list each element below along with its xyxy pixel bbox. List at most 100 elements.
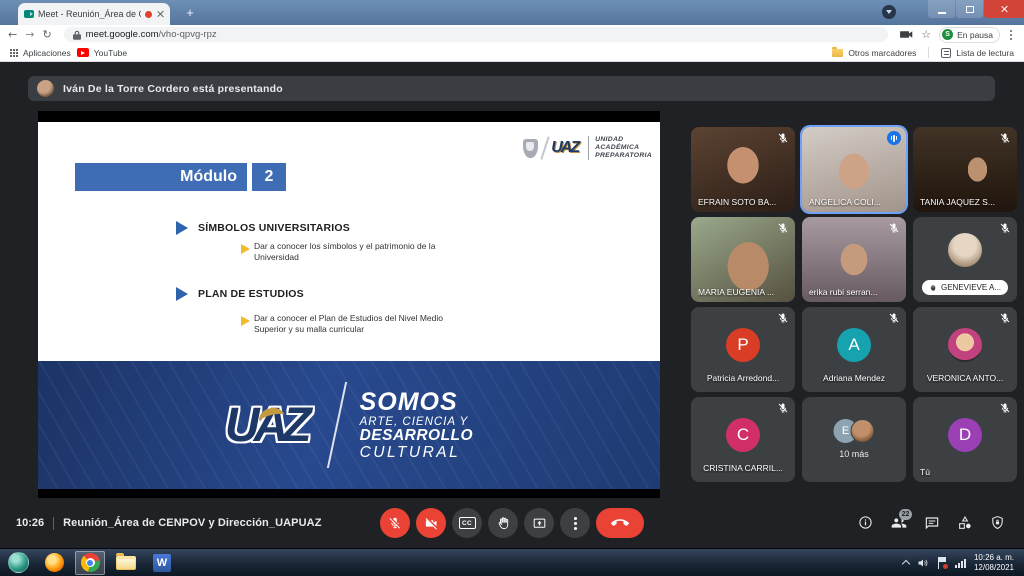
profile-status: En pausa <box>957 30 993 40</box>
activities-button[interactable] <box>957 515 973 531</box>
participants-button[interactable]: 22 <box>891 515 907 531</box>
tab-search-button[interactable] <box>882 5 896 19</box>
meet-bottom-bar: 10:26 Reunión_Área de CENPOV y Dirección… <box>0 498 1024 548</box>
tray-date: 12/08/2021 <box>974 563 1014 573</box>
window-minimize-button[interactable] <box>928 0 955 18</box>
chevron-down-icon <box>886 10 892 14</box>
bookmarks-bar: Aplicaciones YouTube Otros marcadores Li… <box>0 44 1024 62</box>
slide: UAZ UNIDAD ACADÉMICA PREPARATORIA Módulo… <box>38 122 660 489</box>
participant-avatar <box>948 328 982 362</box>
captions-button[interactable]: CC <box>452 508 482 538</box>
new-tab-button[interactable]: + <box>180 5 200 21</box>
refresh-button[interactable]: ↻ <box>42 29 51 40</box>
stacked-avatars: E <box>834 419 875 443</box>
tray-clock[interactable]: 10:26 a. m. 12/08/2021 <box>974 553 1014 573</box>
chat-button[interactable] <box>924 515 940 531</box>
action-center-flag-icon[interactable] <box>937 557 947 569</box>
forward-button[interactable]: → <box>25 29 34 40</box>
meeting-title: Reunión_Área de CENPOV y Dirección_UAPUA… <box>63 517 321 529</box>
tray-expand-icon[interactable] <box>902 560 910 568</box>
apps-grid-icon <box>10 49 12 51</box>
host-controls-button[interactable] <box>990 515 1006 531</box>
meeting-details-button[interactable] <box>858 515 874 531</box>
taskbar-word-button[interactable]: W <box>147 551 177 575</box>
mic-off-icon <box>888 222 900 234</box>
org-name-block: UNIDAD ACADÉMICA PREPARATORIA <box>595 136 652 160</box>
call-controls: CC <box>380 508 644 538</box>
presenting-banner-text: Iván De la Torre Cordero está presentand… <box>63 83 283 95</box>
profile-chip[interactable]: S En pausa <box>939 27 1000 43</box>
reading-list-icon <box>941 48 951 58</box>
other-bookmarks[interactable]: Otros marcadores <box>832 48 916 58</box>
meeting-clock: 10:26 <box>16 517 44 529</box>
minimize-icon <box>938 12 946 14</box>
raised-hand-icon <box>929 284 937 292</box>
lock-icon <box>73 30 81 40</box>
participant-grid: EFRAIN SOTO BA... ANGELICA COLI... TANIA… <box>691 127 1017 482</box>
tab-recording-dot-icon <box>145 11 152 18</box>
start-button[interactable] <box>8 552 29 573</box>
volume-icon[interactable] <box>917 557 929 569</box>
leave-call-button[interactable] <box>596 508 644 538</box>
footer-divider <box>326 382 346 468</box>
taskbar-explorer-button[interactable] <box>111 551 141 575</box>
participant-tile[interactable]: erika rubi serran... <box>802 217 906 302</box>
participant-tile[interactable]: A Adriana Mendez <box>802 307 906 392</box>
reading-list[interactable]: Lista de lectura <box>941 48 1014 58</box>
more-options-button[interactable] <box>560 508 590 538</box>
info-icon <box>858 515 873 530</box>
profile-avatar: S <box>942 29 953 40</box>
network-signal-icon[interactable] <box>955 558 966 568</box>
participant-tile[interactable]: C CRISTINA CARRIL... <box>691 397 795 482</box>
participant-name: Adriana Mendez <box>802 373 906 383</box>
raise-hand-button[interactable] <box>488 508 518 538</box>
tab-close-icon[interactable] <box>156 10 164 18</box>
browser-tab[interactable]: Meet - Reunión_Área de CE <box>18 3 170 25</box>
taskbar-chrome-button[interactable] <box>75 551 105 575</box>
participant-tile-speaking[interactable]: ANGELICA COLI... <box>802 127 906 212</box>
youtube-icon <box>77 48 89 57</box>
bookmark-apps[interactable]: Aplicaciones <box>10 48 71 58</box>
bookmark-youtube[interactable]: YouTube <box>77 48 127 58</box>
org-line1: UNIDAD <box>595 136 652 144</box>
browser-toolbar: ← → ↻ meet.google.com/vho-qpvg-rpz ☆ S E… <box>0 25 1024 44</box>
university-crest-icon <box>523 139 538 158</box>
participant-tile[interactable]: GENEVIEVE A... <box>913 217 1017 302</box>
sub-bullet-arrow-icon <box>241 316 250 326</box>
participant-tile[interactable]: MARIA EUGENIA ... <box>691 217 795 302</box>
mic-off-icon <box>777 312 789 324</box>
slogan-line4: CULTURAL <box>360 445 474 462</box>
browser-menu-button[interactable] <box>1010 30 1012 32</box>
overflow-participants-tile[interactable]: E 10 más <box>802 397 906 482</box>
present-screen-icon <box>532 516 547 531</box>
present-button[interactable] <box>524 508 554 538</box>
word-icon: W <box>153 554 171 572</box>
tab-camera-indicator-icon[interactable] <box>900 30 913 39</box>
bookmark-apps-label: Aplicaciones <box>23 48 71 58</box>
participant-name: erika rubi serran... <box>809 287 878 297</box>
chat-icon <box>924 515 940 531</box>
bookmark-star-icon[interactable]: ☆ <box>921 28 931 41</box>
module-title-bar: Módulo <box>75 163 247 191</box>
participant-avatar <box>948 233 982 267</box>
mic-toggle-button[interactable] <box>380 508 410 538</box>
mic-off-icon <box>999 132 1011 144</box>
self-tile[interactable]: D Tú <box>913 397 1017 482</box>
participant-tile[interactable]: P Patricia Arredond... <box>691 307 795 392</box>
meet-favicon-icon <box>24 10 34 18</box>
camera-toggle-button[interactable] <box>416 508 446 538</box>
participant-tile[interactable]: EFRAIN SOTO BA... <box>691 127 795 212</box>
participant-tile[interactable]: VERONICA ANTO... <box>913 307 1017 392</box>
participant-name: EFRAIN SOTO BA... <box>698 197 776 207</box>
file-explorer-icon <box>116 556 136 570</box>
taskbar-firefox-button[interactable] <box>39 551 69 575</box>
back-button[interactable]: ← <box>8 29 17 40</box>
window-maximize-button[interactable] <box>956 0 983 18</box>
maximize-icon <box>966 6 974 13</box>
window-close-button[interactable] <box>984 0 1024 18</box>
mic-off-icon <box>777 222 789 234</box>
bullet2-detail: Dar a conocer el Plan de Estudios del Ni… <box>254 313 469 335</box>
address-bar[interactable]: meet.google.com/vho-qpvg-rpz <box>64 27 889 42</box>
firefox-icon <box>45 553 64 572</box>
participant-tile[interactable]: TANIA JAQUEZ S... <box>913 127 1017 212</box>
